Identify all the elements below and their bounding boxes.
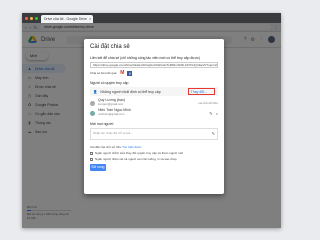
avatar bbox=[90, 100, 95, 106]
pencil-icon[interactable]: ✎ bbox=[209, 111, 212, 116]
tab-title: Drive của tôi - Google Drive bbox=[44, 17, 87, 21]
owner-settings-label: Cài đặt của chủ sở hữu bbox=[90, 145, 122, 149]
checkbox[interactable] bbox=[90, 157, 93, 161]
close-icon[interactable]: × bbox=[216, 111, 218, 116]
share-via-row: Chia sẻ liên kết qua: M f bbox=[90, 70, 218, 76]
list-item: Hiếu Trần Ngọc Minh minhnho@gmail.com ✎ … bbox=[90, 108, 218, 118]
person-info: Quý Lương (bạn) lucngoc@gmail.com bbox=[98, 99, 125, 106]
close-window-button[interactable] bbox=[25, 17, 28, 20]
window-controls bbox=[25, 17, 38, 20]
share-settings-dialog: Cài đặt chia sẻ Liên kết để chia sẻ (chỉ… bbox=[84, 39, 224, 194]
change-access-button[interactable]: Thay đổi... bbox=[187, 88, 215, 95]
person-info: Hiếu Trần Ngọc Minh minhnho@gmail.com bbox=[98, 109, 131, 116]
invite-placeholder: Nhập tên hoặc địa chỉ email... bbox=[93, 131, 133, 135]
person-role: Là chủ sở hữu bbox=[198, 101, 219, 105]
person-actions: ✎ × bbox=[209, 111, 218, 116]
option-label: Ngăn người chỉnh sửa thay đổi quyền truy… bbox=[95, 151, 184, 155]
option-row[interactable]: Ngăn người chỉnh sửa thay đổi quyền truy… bbox=[90, 151, 218, 155]
option-row[interactable]: Ngăn người nhận xét và người xem tải xuố… bbox=[90, 157, 218, 161]
access-text: Những người nhất định có thể truy cập bbox=[100, 89, 161, 94]
invite-input[interactable]: Nhập tên hoặc địa chỉ email... ✎ bbox=[90, 128, 218, 140]
option-label: Ngăn người nhận xét và người xem tải xuố… bbox=[95, 157, 177, 161]
title-bar: Drive của tôi - Google Drive × bbox=[22, 13, 281, 23]
facebook-icon[interactable]: f bbox=[127, 70, 133, 76]
share-link-field[interactable]: https://drive.google.com/drive/folders/1… bbox=[90, 62, 218, 68]
checkbox[interactable] bbox=[90, 151, 93, 155]
dialog-title: Cài đặt chia sẻ bbox=[90, 44, 130, 50]
browser-tab[interactable]: Drive của tôi - Google Drive × bbox=[41, 15, 93, 23]
learn-more-link[interactable]: Tìm hiểu thêm bbox=[122, 145, 141, 149]
done-button[interactable]: Đã xong bbox=[90, 164, 106, 171]
access-row: 👤 Những người nhất định có thể truy cập … bbox=[90, 87, 218, 96]
owner-settings: Cài đặt của chủ sở hữu Tìm hiểu thêm bbox=[90, 145, 218, 149]
maximize-window-button[interactable] bbox=[35, 17, 38, 20]
tab-close-icon[interactable]: × bbox=[89, 15, 91, 23]
person-email: lucngoc@gmail.com bbox=[98, 102, 124, 106]
list-item: Quý Lương (bạn) lucngoc@gmail.com Là chủ… bbox=[90, 98, 218, 108]
pencil-icon[interactable]: ✎ bbox=[212, 131, 215, 136]
access-section-label: Người có quyền truy cập bbox=[90, 81, 129, 85]
people-icon: 👤 bbox=[93, 89, 98, 94]
invite-label: Mời mọi người: bbox=[90, 122, 114, 126]
gmail-icon[interactable]: M bbox=[120, 70, 124, 76]
person-email: minhnho@gmail.com bbox=[98, 112, 125, 116]
link-label: Liên kết để chia sẻ (chỉ những cộng tác … bbox=[90, 56, 200, 60]
minimize-window-button[interactable] bbox=[30, 17, 33, 20]
avatar bbox=[90, 110, 95, 116]
share-via-label: Chia sẻ liên kết qua: bbox=[90, 71, 118, 75]
